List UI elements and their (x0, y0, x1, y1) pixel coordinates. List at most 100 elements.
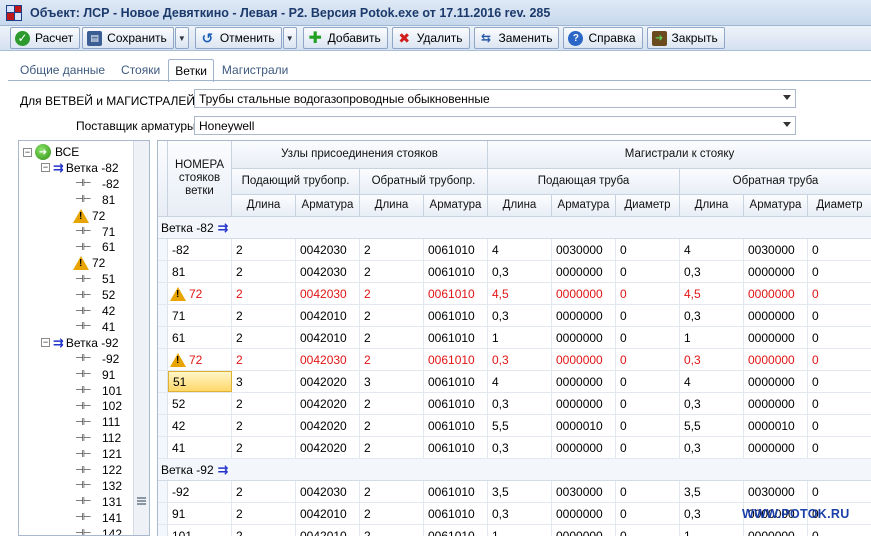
table-cell[interactable]: 0042020 (296, 371, 360, 392)
table-cell[interactable]: 0042010 (296, 305, 360, 326)
table-cell[interactable]: 0000000 (552, 503, 616, 524)
table-cell[interactable]: 2 (232, 261, 296, 282)
tree-riser-item[interactable]: ⊣⊢ 102 (75, 398, 122, 414)
table-cell[interactable]: 1 (680, 327, 744, 348)
tree-riser-item[interactable]: ⊣⊢ 51 (75, 271, 115, 287)
table-cell[interactable]: 0042030 (296, 261, 360, 282)
riser-number-cell[interactable]: 81 (168, 261, 232, 282)
table-cell[interactable]: 0000000 (744, 393, 808, 414)
table-cell[interactable]: 0 (808, 349, 871, 370)
table-cell[interactable]: 2 (360, 349, 424, 370)
riser-number-cell[interactable]: 72 (168, 283, 232, 304)
table-cell[interactable]: 0000000 (744, 327, 808, 348)
branches-grid[interactable]: НОМЕРА стояков ветки Узлы присоединения с… (157, 140, 871, 536)
table-cell[interactable]: 0061010 (424, 415, 488, 436)
tree-riser-item[interactable]: ⊣⊢ 101 (75, 383, 122, 399)
tree-riser-item[interactable]: 72 (73, 255, 105, 271)
table-cell[interactable]: 2 (232, 349, 296, 370)
table-cell[interactable]: 0 (616, 239, 680, 260)
table-cell[interactable]: 2 (232, 305, 296, 326)
calc-button[interactable]: ✓ Расчет (10, 27, 81, 49)
table-cell[interactable]: 0,3 (680, 437, 744, 458)
table-cell[interactable]: 0 (616, 481, 680, 502)
table-cell[interactable]: 4 (488, 239, 552, 260)
table-cell[interactable]: 4,5 (488, 283, 552, 304)
save-button[interactable]: ▤ Сохранить (82, 27, 174, 49)
table-cell[interactable]: 0042010 (296, 525, 360, 536)
tree-riser-item[interactable]: ⊣⊢ 91 (75, 367, 115, 383)
tab-risers[interactable]: Стояки (113, 60, 168, 81)
table-cell[interactable]: 0 (616, 437, 680, 458)
riser-number-cell[interactable]: 91 (168, 503, 232, 524)
table-cell[interactable]: 0000000 (744, 437, 808, 458)
table-cell[interactable]: 1 (488, 525, 552, 536)
riser-number-cell[interactable]: 42 (168, 415, 232, 436)
table-cell[interactable]: 1 (488, 327, 552, 348)
table-cell[interactable]: 0061010 (424, 481, 488, 502)
table-cell[interactable]: 0000010 (744, 415, 808, 436)
table-cell[interactable]: 2 (360, 525, 424, 536)
table-row[interactable]: 51 3 0042020 3 0061010 4 0000000 0 4 0000000 0 (158, 371, 871, 393)
table-cell[interactable]: 0,3 (680, 393, 744, 414)
tree-riser-item[interactable]: ⊣⊢ 42 (75, 303, 115, 319)
table-cell[interactable]: 4 (680, 371, 744, 392)
table-row[interactable]: -82 2 0042030 2 0061010 4 0030000 0 4 0030000 0 (158, 239, 871, 261)
table-cell[interactable]: 0 (616, 415, 680, 436)
table-cell[interactable]: 0000000 (744, 371, 808, 392)
table-cell[interactable]: 0,3 (680, 305, 744, 326)
table-cell[interactable]: 0 (808, 393, 871, 414)
table-row[interactable]: 81 2 0042030 2 0061010 0,3 0000000 0 0,3 0000000 0 (158, 261, 871, 283)
table-cell[interactable]: 2 (360, 283, 424, 304)
branches-pipe-select[interactable]: Трубы стальные водогазопроводные обыкнов… (194, 89, 796, 108)
tree-riser-item[interactable]: ⊣⊢ 81 (75, 192, 115, 208)
table-cell[interactable]: 2 (232, 327, 296, 348)
table-row[interactable]: 52 2 0042020 2 0061010 0,3 0000000 0 0,3 0000000 0 (158, 393, 871, 415)
tree-riser-item[interactable]: ⊣⊢ -92 (75, 351, 119, 367)
table-cell[interactable]: 0 (808, 327, 871, 348)
riser-number-cell[interactable]: 52 (168, 393, 232, 414)
table-cell[interactable]: 2 (360, 239, 424, 260)
table-cell[interactable]: 0 (808, 239, 871, 260)
table-cell[interactable]: 0061010 (424, 371, 488, 392)
table-cell[interactable]: 0 (808, 415, 871, 436)
table-cell[interactable]: 0,3 (488, 437, 552, 458)
table-cell[interactable]: 2 (232, 239, 296, 260)
table-cell[interactable]: 0,3 (680, 503, 744, 524)
tree-riser-item[interactable]: ⊣⊢ 41 (75, 319, 115, 335)
tree-branch[interactable]: − ⇉ Ветка -92 (41, 335, 119, 351)
group-row[interactable]: Ветка -82 ⇉ (158, 217, 871, 239)
table-row[interactable]: 7220042030200610104,5000000004,500000000 (158, 283, 871, 305)
collapse-toggle-icon[interactable]: − (23, 147, 32, 157)
table-cell[interactable]: 2 (232, 437, 296, 458)
undo-dropdown[interactable]: ▼ (282, 27, 297, 49)
tab-mains[interactable]: Магистрали (214, 60, 296, 81)
table-cell[interactable]: 0 (808, 261, 871, 282)
table-cell[interactable]: 0061010 (424, 525, 488, 536)
table-cell[interactable]: 0061010 (424, 503, 488, 524)
riser-number-cell[interactable]: 51 (168, 371, 232, 392)
group-row[interactable]: Ветка -92 ⇉ (158, 459, 871, 481)
table-cell[interactable]: 0042030 (296, 239, 360, 260)
tree-scrollbar[interactable] (133, 141, 149, 535)
tree-riser-item[interactable]: ⊣⊢ 71 (75, 224, 115, 240)
tree-riser-item[interactable]: ⊣⊢ 112 (75, 430, 121, 446)
table-cell[interactable]: 0,3 (488, 393, 552, 414)
table-cell[interactable]: 0042030 (296, 349, 360, 370)
table-cell[interactable]: 3,5 (680, 481, 744, 502)
tree-riser-item[interactable]: ⊣⊢ 141 (75, 510, 122, 526)
table-row[interactable]: 7220042030200610100,3000000000,300000000 (158, 349, 871, 371)
riser-number-cell[interactable]: 61 (168, 327, 232, 348)
riser-number-cell[interactable]: -92 (168, 481, 232, 502)
table-cell[interactable]: 0 (808, 283, 871, 304)
table-cell[interactable]: 2 (360, 305, 424, 326)
table-row[interactable]: 101 2 0042010 2 0061010 1 0000000 0 1 0000000 0 (158, 525, 871, 536)
tree-riser-item[interactable]: ⊣⊢ 131 (75, 494, 122, 510)
table-cell[interactable]: 5,5 (680, 415, 744, 436)
tree-riser-item[interactable]: ⊣⊢ 111 (75, 414, 120, 430)
table-cell[interactable]: 2 (232, 393, 296, 414)
tree-riser-item[interactable]: ⊣⊢ 61 (75, 239, 115, 255)
table-cell[interactable]: 0 (808, 481, 871, 502)
tree-riser-item[interactable]: ⊣⊢ 52 (75, 287, 115, 303)
tree-riser-item[interactable]: ⊣⊢ -82 (75, 176, 119, 192)
table-cell[interactable]: 2 (360, 437, 424, 458)
